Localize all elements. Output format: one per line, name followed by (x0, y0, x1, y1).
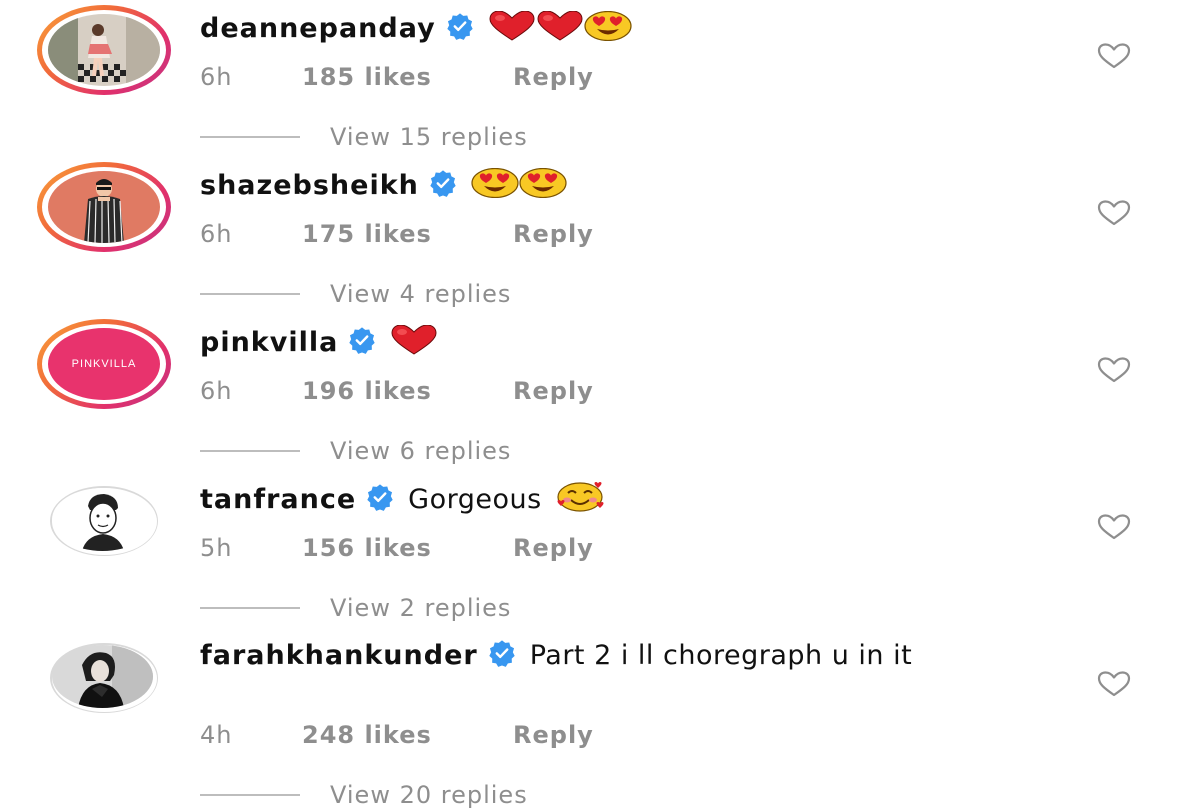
comment-meta: 6h 175 likes Reply (200, 220, 594, 248)
replies-divider (200, 794, 300, 796)
comment-item: shazebsheikh 6h 175 likes Reply View 4 repli… (0, 162, 1200, 319)
comment-meta: 6h 185 likes Reply (200, 63, 594, 91)
view-replies-label: View 20 replies (330, 781, 528, 809)
like-heart-icon[interactable] (1097, 671, 1131, 697)
view-replies-label: View 4 replies (330, 280, 512, 308)
avatar-image (52, 488, 153, 551)
avatar-ring (37, 162, 171, 252)
username-link[interactable]: shazebsheikh (200, 170, 419, 201)
comment-item: deannepanday 6h 185 likes Reply View 15 repl… (0, 5, 1200, 162)
comments-list: deannepanday 6h 185 likes Reply View 15 repl… (0, 0, 1200, 810)
verified-badge-icon (429, 169, 457, 197)
like-heart-icon[interactable] (1097, 514, 1131, 540)
avatar[interactable] (37, 5, 171, 95)
view-replies-label: View 15 replies (330, 123, 528, 151)
like-heart-icon[interactable] (1097, 200, 1131, 226)
avatar[interactable] (37, 162, 171, 252)
replies-divider (200, 450, 300, 452)
avatar[interactable]: PINKVILLA (37, 319, 171, 409)
red-heart-emoji-icon (488, 11, 536, 41)
view-replies-link[interactable]: View 4 replies (200, 280, 511, 308)
comment-timestamp: 4h (200, 721, 233, 749)
comment-text: Gorgeous (408, 484, 542, 515)
avatar-ring (50, 643, 158, 713)
likes-count-link[interactable]: 175 likes (302, 220, 513, 248)
like-heart-icon[interactable] (1097, 357, 1131, 383)
red-heart-emoji-icon (536, 11, 584, 41)
heart-eyes-emoji-icon (584, 11, 632, 41)
view-replies-label: View 2 replies (330, 594, 512, 622)
comment-meta: 5h 156 likes Reply (200, 534, 594, 562)
comment-timestamp: 5h (200, 534, 233, 562)
heart-eyes-emoji-icon (519, 168, 567, 198)
red-heart-emoji-icon (390, 325, 438, 355)
reply-button[interactable]: Reply (513, 220, 594, 248)
username-link[interactable]: deannepanday (200, 13, 436, 44)
view-replies-label: View 6 replies (330, 437, 512, 465)
reply-button[interactable]: Reply (513, 377, 594, 405)
comment-timestamp: 6h (200, 377, 233, 405)
avatar-ring (37, 5, 171, 95)
comment-text: Part 2 i ll choregraph u in it (529, 640, 913, 671)
likes-count-link[interactable]: 248 likes (302, 721, 513, 749)
like-heart-icon[interactable] (1097, 43, 1131, 69)
comment-timestamp: 6h (200, 220, 233, 248)
avatar[interactable] (37, 633, 171, 723)
likes-count-link[interactable]: 156 likes (302, 534, 513, 562)
likes-count-link[interactable]: 196 likes (302, 377, 513, 405)
avatar-image (52, 645, 153, 708)
verified-badge-icon (348, 326, 376, 354)
verified-badge-icon (366, 483, 394, 511)
reply-button[interactable]: Reply (513, 721, 594, 749)
comment-timestamp: 6h (200, 63, 233, 91)
heart-eyes-emoji-icon (471, 168, 519, 198)
avatar-ring: PINKVILLA (37, 319, 171, 409)
likes-count-link[interactable]: 185 likes (302, 63, 513, 91)
avatar-logo-text: PINKVILLA (71, 358, 137, 370)
verified-badge-icon (488, 639, 516, 667)
replies-divider (200, 136, 300, 138)
comment-body: shazebsheikh (200, 168, 1050, 201)
view-replies-link[interactable]: View 20 replies (200, 781, 528, 809)
comment-item: PINKVILLA pinkvilla 6h 196 likes Reply View 6… (0, 319, 1200, 476)
view-replies-link[interactable]: View 6 replies (200, 437, 511, 465)
comment-item: farahkhankunder Part 2 i ll choregraph u … (0, 633, 1200, 809)
comment-body: tanfrance Gorgeous (200, 482, 1050, 515)
avatar-image: PINKVILLA (48, 328, 160, 400)
comment-meta: 6h 196 likes Reply (200, 377, 594, 405)
username-link[interactable]: farahkhankunder (200, 640, 478, 671)
comment-body: pinkvilla (200, 325, 1050, 358)
smiling-hearts-emoji-icon (556, 482, 604, 512)
username-link[interactable]: tanfrance (200, 484, 356, 515)
avatar-image (48, 14, 160, 86)
avatar[interactable] (37, 476, 171, 566)
comment-item: tanfrance Gorgeous 5h 156 likes Reply View 2 … (0, 476, 1200, 633)
avatar-ring (50, 486, 158, 556)
view-replies-link[interactable]: View 2 replies (200, 594, 511, 622)
replies-divider (200, 293, 300, 295)
reply-button[interactable]: Reply (513, 534, 594, 562)
reply-button[interactable]: Reply (513, 63, 594, 91)
comment-body: farahkhankunder Part 2 i ll choregraph u … (200, 639, 1050, 671)
username-link[interactable]: pinkvilla (200, 327, 338, 358)
replies-divider (200, 607, 300, 609)
comment-body: deannepanday (200, 11, 1050, 44)
comment-meta: 4h 248 likes Reply (200, 721, 594, 749)
view-replies-link[interactable]: View 15 replies (200, 123, 528, 151)
verified-badge-icon (446, 12, 474, 40)
avatar-image (48, 171, 160, 243)
